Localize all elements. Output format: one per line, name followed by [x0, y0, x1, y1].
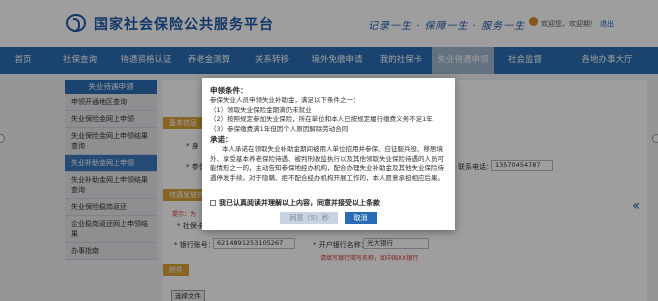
- promise-title: 承诺：: [210, 135, 233, 144]
- condition-item: （1）领取失业保险金期满仍未就业: [210, 105, 312, 114]
- terms-dialog: 申领条件： 参保失业人员申领失业补助金，满足以下条件之一： （1）领取失业保险金…: [202, 78, 455, 230]
- dialog-buttons: 同意（5）秒 取消: [202, 212, 455, 224]
- condition-title: 申领条件：: [210, 86, 248, 95]
- agree-checkbox[interactable]: [210, 200, 216, 206]
- agree-button[interactable]: 同意（5）秒: [280, 212, 338, 224]
- agree-checkbox-row[interactable]: 我已认真阅读并理解以上内容，同意并接受以上条款: [210, 198, 380, 208]
- condition-intro: 参保失业人员申领失业补助金，满足以下条件之一：: [210, 96, 360, 104]
- condition-item: （2）按照规定参加失业保险，所在单位和本人已按规定履行缴费义务不足1年: [210, 115, 433, 123]
- cancel-button[interactable]: 取消: [344, 212, 377, 224]
- condition-item: （3）参保缴费满1年但因个人原因解除劳动合同: [210, 124, 349, 133]
- agree-text: 我已认真阅读并理解以上内容，同意并接受以上条款: [219, 199, 380, 207]
- promise-text: 本人承诺在领取失业补助金期间被用人单位招用并参保、应征服兵役、移居境外、享受基本…: [210, 145, 444, 182]
